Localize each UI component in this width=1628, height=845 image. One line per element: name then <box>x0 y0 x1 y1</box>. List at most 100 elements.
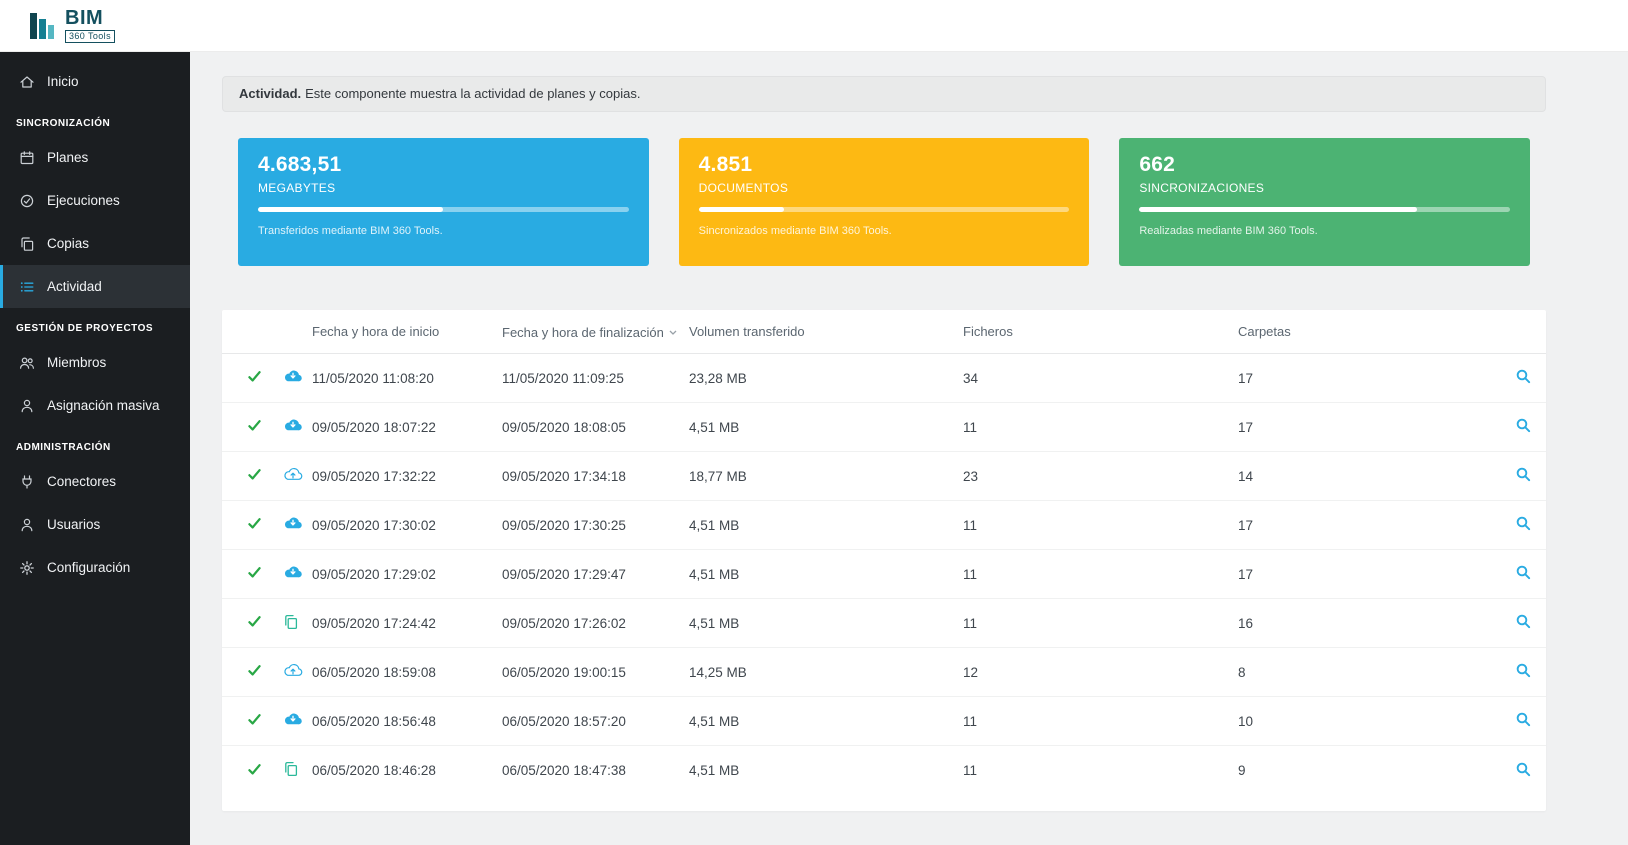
sidebar-item-label: Miembros <box>47 355 107 370</box>
column-header-fecha-y-hora-de-inicio[interactable]: Fecha y hora de inicio <box>312 324 502 339</box>
table-row: 09/05/2020 17:32:22 09/05/2020 17:34:18 18… <box>222 452 1546 501</box>
main-content: Actividad. Este componente muestra la act… <box>190 52 1628 845</box>
stat-value: 4.851 <box>698 153 753 176</box>
search-icon[interactable] <box>1515 711 1532 728</box>
sidebar-section-administracion: ADMINISTRACIÓN <box>16 442 111 453</box>
check-icon <box>247 712 262 727</box>
column-header-label: Fecha y hora de finalización <box>502 325 664 340</box>
check-circle-icon <box>19 193 35 209</box>
user-icon <box>19 517 35 533</box>
check-icon <box>247 418 262 433</box>
table-row: 09/05/2020 18:07:22 09/05/2020 18:08:05 4,… <box>222 403 1546 452</box>
column-header-label: Fecha y hora de inicio <box>312 324 440 339</box>
folders-count: 17 <box>1238 517 1254 533</box>
status-cell <box>247 614 283 632</box>
type-cell <box>283 516 312 534</box>
files-count: 11 <box>963 517 978 533</box>
row-actions <box>1486 761 1532 781</box>
top-header: BIM 360 Tools <box>0 0 1628 52</box>
column-header-label: Volumen transferido <box>689 324 805 339</box>
files-count: 23 <box>963 468 979 484</box>
sidebar-item-ejecuciones[interactable]: Ejecuciones <box>0 179 190 222</box>
cloud-upload-icon <box>283 467 303 482</box>
sidebar-item-label: Copias <box>47 236 90 251</box>
plug-icon <box>19 474 35 490</box>
sidebar-item-label: Actividad <box>47 279 102 294</box>
search-icon[interactable] <box>1515 761 1532 778</box>
end-datetime: 09/05/2020 17:30:25 <box>502 517 626 533</box>
volume-transferred: 4,51 MB <box>689 713 740 729</box>
sidebar-item-conectores[interactable]: Conectores <box>0 460 190 503</box>
search-icon[interactable] <box>1515 466 1532 483</box>
row-actions <box>1486 564 1532 584</box>
stat-label: DOCUMENTOS <box>698 181 789 195</box>
row-actions <box>1486 368 1532 388</box>
end-datetime: 09/05/2020 17:26:02 <box>502 615 626 631</box>
check-icon <box>247 663 262 678</box>
check-icon <box>247 369 262 384</box>
search-icon[interactable] <box>1515 417 1532 434</box>
sidebar-item-miembros[interactable]: Miembros <box>0 341 190 384</box>
bim-360-tools-logo[interactable]: BIM 360 Tools <box>30 8 115 43</box>
start-datetime: 06/05/2020 18:59:08 <box>312 664 436 680</box>
alert-title: Actividad. <box>239 86 302 101</box>
start-datetime: 09/05/2020 17:24:42 <box>312 615 436 631</box>
sidebar-item-planes[interactable]: Planes <box>0 136 190 179</box>
table-row: 11/05/2020 11:08:20 11/05/2020 11:09:25 23… <box>222 354 1546 403</box>
table-row: 06/05/2020 18:59:08 06/05/2020 19:00:15 14… <box>222 648 1546 697</box>
cloud-download-icon <box>283 369 303 384</box>
brand-title: BIM <box>65 7 104 29</box>
start-datetime: 09/05/2020 17:32:22 <box>312 468 436 484</box>
files-count: 12 <box>963 664 979 680</box>
sidebar-item-inicio[interactable]: Inicio <box>0 60 190 103</box>
volume-transferred: 4,51 MB <box>689 419 740 435</box>
activity-table: Fecha y hora de inicio Fecha y hora de fi… <box>222 310 1546 811</box>
copy-icon <box>19 236 35 252</box>
start-datetime: 06/05/2020 18:56:48 <box>312 713 436 729</box>
chevron-down-icon <box>669 323 677 338</box>
column-header-volumen-transferido[interactable]: Volumen transferido <box>689 324 963 339</box>
sidebar-item-usuarios[interactable]: Usuarios <box>0 503 190 546</box>
progress-bar-fill <box>1139 207 1418 212</box>
start-datetime: 09/05/2020 18:07:22 <box>312 419 436 435</box>
stat-caption: Transferidos mediante BIM 360 Tools. <box>258 225 443 237</box>
cloud-download-icon <box>283 418 303 433</box>
folders-count: 8 <box>1238 664 1246 680</box>
cloud-download-icon <box>283 565 303 580</box>
files-count: 11 <box>963 419 978 435</box>
progress-bar <box>698 207 1070 212</box>
check-icon <box>247 467 262 482</box>
brand-subtitle: 360 Tools <box>65 30 115 43</box>
volume-transferred: 4,51 MB <box>689 566 740 582</box>
files-count: 11 <box>963 763 978 778</box>
sidebar-item-configuracion[interactable]: Configuración <box>0 546 190 589</box>
table-row: 09/05/2020 17:30:02 09/05/2020 17:30:25 4,… <box>222 501 1546 550</box>
volume-transferred: 4,51 MB <box>689 763 740 778</box>
start-datetime: 11/05/2020 11:08:20 <box>312 370 434 386</box>
status-cell <box>247 565 283 583</box>
search-icon[interactable] <box>1515 662 1532 679</box>
sidebar-item-copias[interactable]: Copias <box>0 222 190 265</box>
alert-body: Este componente muestra la actividad de … <box>305 86 641 101</box>
table-header-row: Fecha y hora de inicio Fecha y hora de fi… <box>222 310 1546 354</box>
home-icon <box>19 74 35 90</box>
status-cell <box>247 516 283 534</box>
search-icon[interactable] <box>1515 564 1532 581</box>
sidebar-item-actividad[interactable]: Actividad <box>0 265 190 308</box>
check-icon <box>247 516 262 531</box>
users-icon <box>19 355 35 371</box>
search-icon[interactable] <box>1515 613 1532 630</box>
column-header-ficheros[interactable]: Ficheros <box>963 324 1238 339</box>
brand-text: BIM 360 Tools <box>65 8 115 43</box>
files-count: 34 <box>963 370 979 386</box>
sidebar-item-label: Inicio <box>47 74 79 89</box>
type-cell <box>283 761 312 780</box>
stat-label: MEGABYTES <box>258 181 336 195</box>
column-header-fecha-y-hora-de-finalizacion[interactable]: Fecha y hora de finalización <box>502 323 689 340</box>
calendar-icon <box>19 150 35 166</box>
search-icon[interactable] <box>1515 368 1532 385</box>
volume-transferred: 4,51 MB <box>689 517 740 533</box>
search-icon[interactable] <box>1515 515 1532 532</box>
sidebar-item-asignacion-masiva[interactable]: Asignación masiva <box>0 384 190 427</box>
column-header-carpetas[interactable]: Carpetas <box>1238 324 1486 339</box>
